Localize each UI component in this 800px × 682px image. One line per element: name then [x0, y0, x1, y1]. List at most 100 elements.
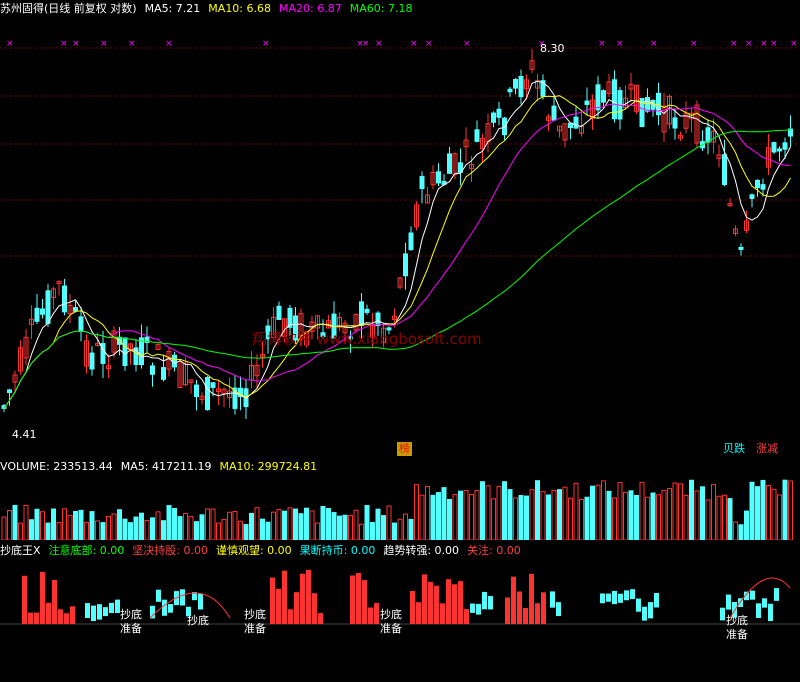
indicator-bar — [306, 569, 311, 624]
volume-bar — [595, 484, 601, 540]
volume-bar — [298, 513, 304, 540]
volume-bar — [540, 491, 546, 540]
candle-body — [573, 116, 579, 129]
volume-bar — [463, 489, 469, 540]
volume-bar — [749, 481, 755, 540]
indicator-bar — [624, 590, 629, 601]
indicator-bar — [606, 593, 611, 602]
volume-bar — [601, 480, 606, 540]
volume-bar — [238, 520, 243, 540]
volume-bar — [353, 509, 359, 540]
ma10-label: MA10: 6.68 — [208, 1, 272, 15]
indicator-chart-pane[interactable]: 抄底准备 抄底 抄底准备 抄底准备 抄底准备 — [0, 558, 800, 678]
candle-body — [507, 88, 513, 93]
candle-body — [172, 354, 177, 368]
stock-title: 苏州固得(日线 前复权 对数) — [0, 2, 137, 15]
volume-bar — [650, 492, 656, 540]
volume-chart-pane[interactable] — [0, 474, 800, 540]
indicator-bar — [28, 612, 33, 624]
volume-bar — [419, 494, 425, 540]
volume-bar — [584, 496, 590, 540]
volume-bar — [210, 508, 216, 540]
candle-body — [78, 316, 84, 332]
volume-chart[interactable] — [0, 474, 800, 540]
signal-x-marker: × — [770, 39, 778, 49]
volume-bar — [590, 485, 595, 540]
volume-bar — [436, 492, 441, 540]
candle-body — [194, 384, 199, 398]
indicator-bar — [464, 609, 469, 624]
volume-bar — [733, 521, 738, 540]
volume-bar — [612, 497, 617, 540]
volume-bar — [282, 510, 287, 540]
volume-bar — [716, 495, 722, 540]
candle-body — [771, 142, 777, 153]
indicator-bar — [517, 591, 522, 624]
indicator-bar — [636, 598, 641, 612]
signal-label-3: 抄底准备 — [244, 608, 266, 635]
volume-bar — [276, 509, 282, 540]
candle-body — [150, 365, 155, 375]
candle-body — [276, 305, 282, 320]
volume-bar — [535, 480, 540, 540]
volume-bar — [309, 510, 315, 540]
indicator-bar — [180, 589, 185, 606]
volume-bar — [370, 522, 375, 540]
volume-bar — [617, 482, 623, 540]
volume-bar — [221, 518, 227, 540]
indicator-bar — [654, 592, 659, 608]
candle-body — [139, 337, 144, 366]
indicator-bar — [726, 594, 731, 610]
volume-header: VOLUME: 233513.44 MA5: 417211.19 MA10: 2… — [0, 458, 317, 474]
candle-body — [161, 367, 166, 380]
volume-bar — [507, 489, 513, 540]
indicator-bar — [156, 589, 161, 602]
volume-bar — [18, 522, 23, 540]
volume-bar — [364, 505, 370, 540]
high-price-label: 8.30 — [540, 42, 565, 55]
indicator-bar — [52, 580, 57, 624]
volume-bar — [40, 511, 45, 540]
indicator-bar — [162, 599, 167, 616]
volume-ma10-label: MA10: 299724.81 — [219, 459, 318, 473]
volume-bar — [403, 513, 408, 540]
indicator-bar — [476, 603, 481, 615]
volume-bar — [348, 515, 353, 540]
volume-bar — [458, 490, 463, 540]
signal-x-marker: × — [745, 39, 753, 49]
candle-body — [491, 112, 496, 123]
volume-bar — [414, 484, 419, 540]
volume-bar — [205, 508, 210, 540]
candle-body — [656, 92, 661, 116]
volume-bar — [606, 490, 612, 540]
candle-body — [760, 184, 766, 190]
indicator-bar — [458, 581, 463, 624]
volume-bar — [755, 486, 760, 540]
indicator-bar — [550, 591, 555, 608]
candle-body — [755, 179, 760, 189]
signal-x-marker: × — [650, 39, 658, 49]
volume-bar — [480, 481, 485, 540]
volume-bar — [381, 515, 386, 540]
candle-body — [447, 153, 452, 174]
volume-bar — [232, 510, 238, 540]
indicator-bar — [288, 609, 293, 624]
volume-bar — [722, 494, 727, 540]
price-chart[interactable]: × × × × × × × ×× × × × × × × × × × × × × × × — [0, 16, 800, 456]
volume-bar — [100, 522, 106, 540]
volume-bar — [491, 498, 496, 540]
marker-bang: 榜 — [397, 442, 412, 456]
candle-body — [595, 84, 601, 111]
ma60-label: MA60: 7.18 — [349, 1, 413, 15]
indicator-bar — [34, 612, 39, 624]
indicator-bar — [91, 605, 96, 622]
candle-body — [122, 337, 128, 367]
volume-bar — [67, 515, 73, 540]
price-chart-pane[interactable]: × × × × × × × × × × × × × × × × × × × × × × × 8.30 4.41 翔博软件 w… — [0, 16, 800, 456]
volume-bar — [518, 495, 524, 540]
volume-bar — [95, 520, 100, 540]
candle-body — [551, 105, 557, 121]
volume-bar — [502, 481, 507, 540]
volume-bar — [397, 518, 403, 540]
volume-bar — [254, 507, 260, 540]
